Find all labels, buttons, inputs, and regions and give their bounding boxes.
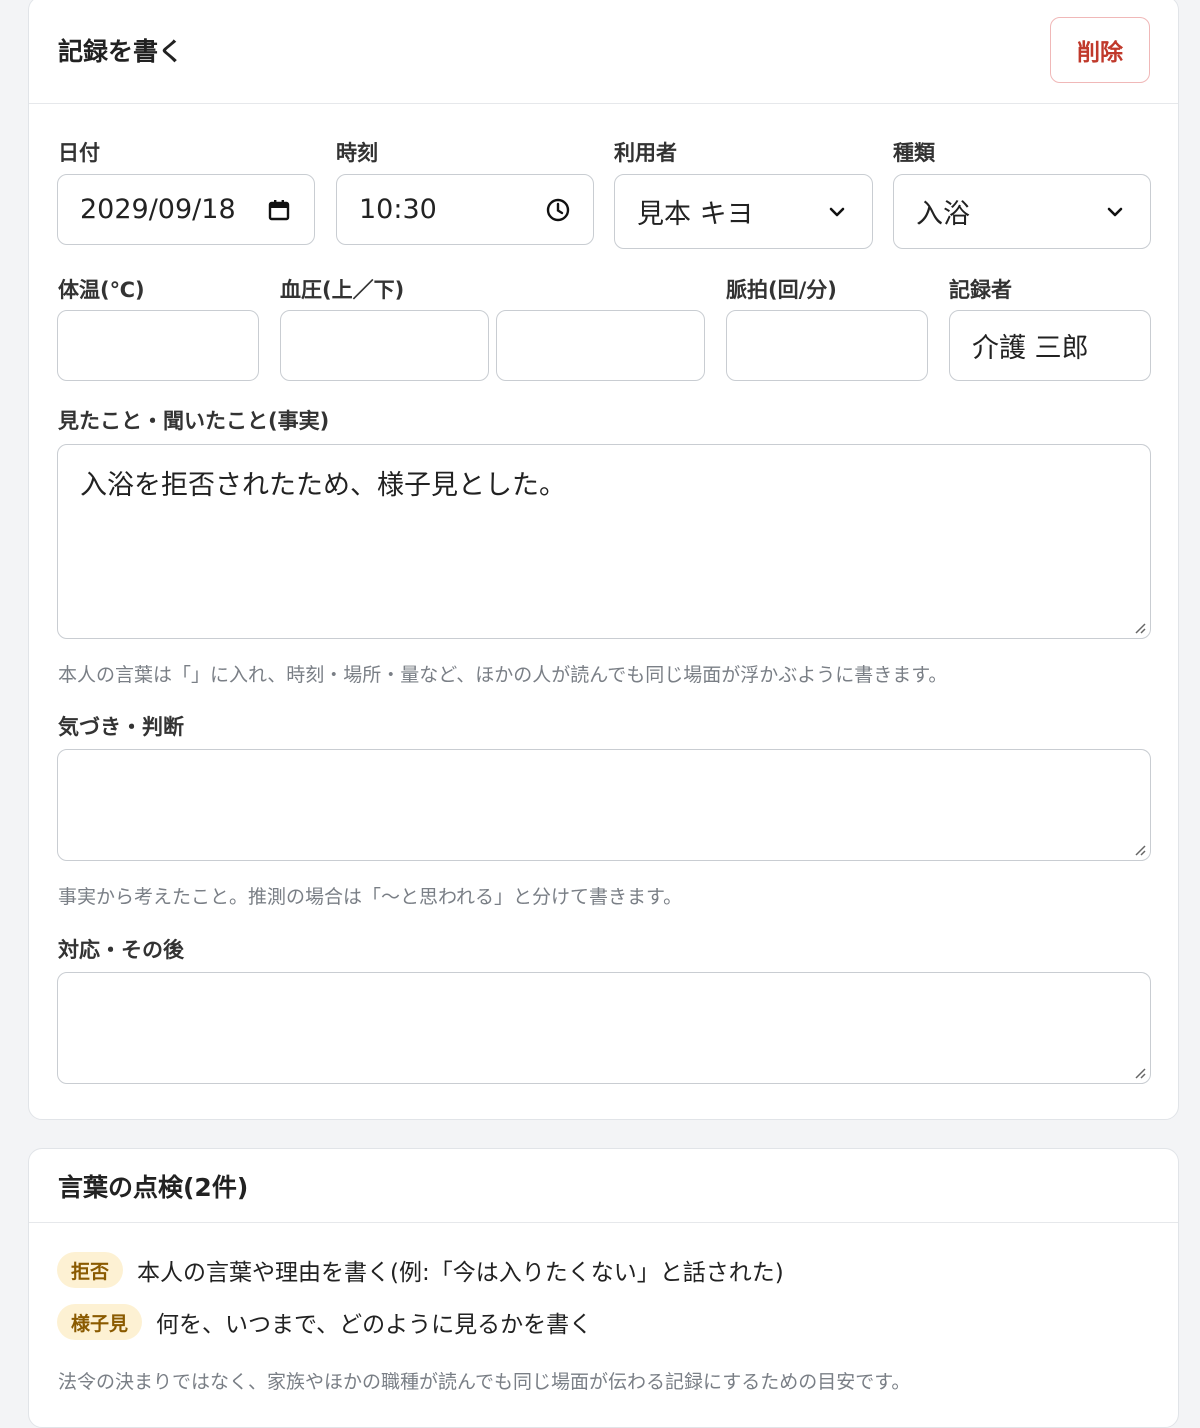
time-input[interactable]: 10:30 bbox=[336, 174, 594, 245]
recorder-label: 記録者 bbox=[949, 278, 1012, 302]
calendar-icon[interactable] bbox=[266, 197, 292, 223]
temp-label: 体温(℃) bbox=[58, 278, 145, 302]
record-form-card: 記録を書く 削除 日付 時刻 利用者 種類 2029/09/18 10:30 見… bbox=[28, 0, 1179, 1120]
resident-value: 見本 キヨ bbox=[637, 199, 754, 230]
facts-value: 入浴を拒否されたため、様子見とした。 bbox=[80, 470, 566, 501]
delete-button[interactable]: 削除 bbox=[1050, 17, 1150, 83]
check-item-text: 何を、いつまで、どのように見るかを書く bbox=[156, 1312, 593, 1338]
word-check-header: 言葉の点検(2件) bbox=[29, 1149, 1178, 1223]
word-check-title: 言葉の点検(2件) bbox=[58, 1172, 249, 1202]
resize-grip-icon[interactable] bbox=[1132, 842, 1146, 856]
recorder-value: 介護 三郎 bbox=[972, 333, 1089, 364]
pulse-label: 脈拍(回/分) bbox=[726, 278, 837, 302]
time-value: 10:30 bbox=[359, 194, 437, 225]
facts-label: 見たこと・聞いたこと(事実) bbox=[58, 409, 330, 433]
pulse-input[interactable] bbox=[726, 310, 928, 381]
status-badge: 様子見 bbox=[57, 1304, 143, 1340]
bp-lower-input[interactable] bbox=[496, 310, 705, 381]
kind-label: 種類 bbox=[893, 141, 935, 165]
kind-value: 入浴 bbox=[916, 199, 970, 230]
status-badge: 拒否 bbox=[57, 1252, 124, 1288]
check-item-text: 本人の言葉や理由を書く(例:「今は入りたくない」と話された) bbox=[137, 1260, 784, 1286]
kind-select[interactable]: 入浴 bbox=[893, 174, 1151, 249]
bp-label: 血圧(上／下) bbox=[280, 278, 405, 302]
word-check-card: 言葉の点検(2件) 拒否 本人の言葉や理由を書く(例:「今は入りたくない」と話さ… bbox=[28, 1148, 1179, 1428]
date-input[interactable]: 2029/09/18 bbox=[57, 174, 315, 245]
temp-input[interactable] bbox=[57, 310, 259, 381]
word-check-note: 法令の決まりではなく、家族やほかの職種が読んでも同じ場面が伝わる記録にするための… bbox=[58, 1371, 911, 1393]
resize-grip-icon[interactable] bbox=[1132, 620, 1146, 634]
facts-hint: 本人の言葉は「」に入れ、時刻・場所・量など、ほかの人が読んでも同じ場面が浮かぶよ… bbox=[58, 664, 948, 686]
response-textarea[interactable] bbox=[57, 972, 1151, 1084]
resize-grip-icon[interactable] bbox=[1132, 1065, 1146, 1079]
list-item: 様子見 何を、いつまで、どのように見るかを書く bbox=[57, 1304, 592, 1340]
record-form-header: 記録を書く 削除 bbox=[29, 0, 1178, 104]
time-label: 時刻 bbox=[336, 141, 378, 165]
resident-label: 利用者 bbox=[614, 141, 677, 165]
recorder-input[interactable]: 介護 三郎 bbox=[949, 310, 1151, 381]
chevron-down-icon bbox=[824, 199, 850, 225]
notice-hint: 事実から考えたこと。推測の場合は「〜と思われる」と分けて書きます。 bbox=[58, 886, 683, 908]
date-label: 日付 bbox=[58, 141, 100, 165]
bp-upper-input[interactable] bbox=[280, 310, 489, 381]
clock-icon[interactable] bbox=[545, 197, 571, 223]
notice-label: 気づき・判断 bbox=[58, 715, 184, 739]
response-label: 対応・その後 bbox=[58, 938, 184, 962]
notice-textarea[interactable] bbox=[57, 749, 1151, 861]
chevron-down-icon bbox=[1102, 199, 1128, 225]
list-item: 拒否 本人の言葉や理由を書く(例:「今は入りたくない」と話された) bbox=[57, 1252, 784, 1288]
resident-select[interactable]: 見本 キヨ bbox=[614, 174, 873, 249]
facts-textarea[interactable]: 入浴を拒否されたため、様子見とした。 bbox=[57, 444, 1151, 639]
date-value: 2029/09/18 bbox=[80, 194, 236, 225]
record-form-title: 記録を書く bbox=[58, 37, 184, 66]
